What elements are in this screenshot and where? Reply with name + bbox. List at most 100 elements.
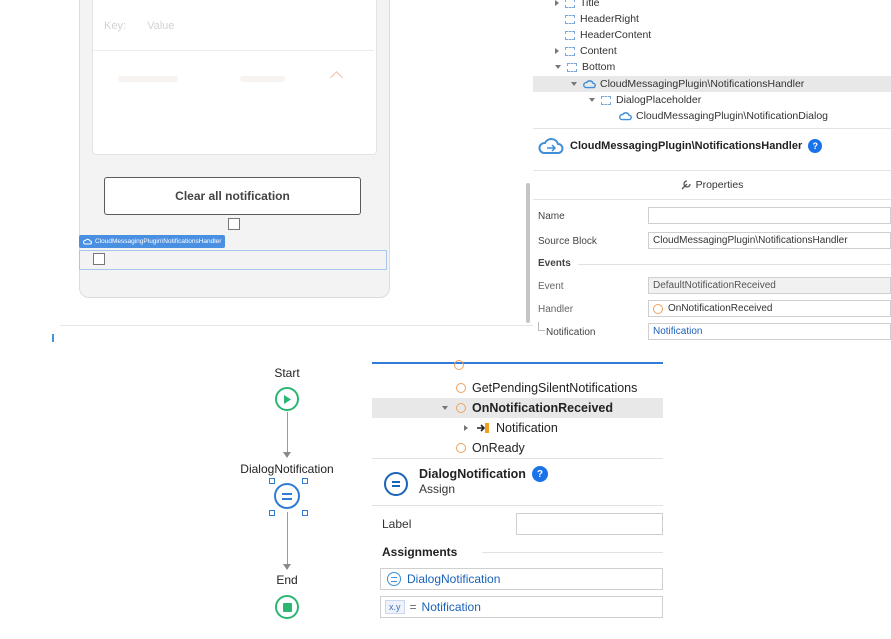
- handler-value: OnNotificationReceived: [668, 303, 773, 314]
- container-icon: [567, 62, 577, 72]
- assign-label: DialogNotification: [240, 462, 334, 476]
- key-label: Key:: [104, 20, 127, 32]
- expand-icon[interactable]: [464, 425, 468, 431]
- action-icon: [454, 360, 464, 370]
- name-field[interactable]: [648, 207, 891, 224]
- source-block-field[interactable]: CloudMessagingPlugin\NotificationsHandle…: [648, 232, 891, 249]
- tree-item-headercontent[interactable]: HeaderContent: [533, 27, 891, 43]
- help-icon[interactable]: ?: [808, 139, 823, 153]
- selection-handle[interactable]: [302, 510, 308, 516]
- equals-sign: =: [409, 600, 417, 614]
- wrench-icon: [681, 180, 691, 190]
- marker: [52, 334, 54, 342]
- assignment-variable: DialogNotification: [407, 572, 501, 586]
- tree-item-get-pending-silent-notifications[interactable]: GetPendingSilentNotifications: [372, 378, 663, 398]
- placeholder-tag-label: CloudMessagingPlugin\NotificationsHandle…: [95, 238, 222, 245]
- cloud-icon: [538, 138, 564, 154]
- tree-item-title[interactable]: Title: [533, 0, 891, 11]
- label-field[interactable]: [516, 513, 663, 535]
- action-icon: [653, 303, 663, 314]
- tree-item-label: OnNotificationReceived: [472, 401, 613, 415]
- assign-title: DialogNotification: [419, 467, 526, 481]
- equals-icon: [392, 481, 400, 487]
- selection-handle[interactable]: [302, 478, 308, 484]
- end-node[interactable]: [275, 595, 299, 619]
- placeholder-block-tag[interactable]: CloudMessagingPlugin\NotificationsHandle…: [79, 235, 226, 248]
- tree-item-label: HeaderRight: [580, 13, 639, 25]
- tab-properties[interactable]: Properties: [533, 170, 891, 200]
- properties-title: CloudMessagingPlugin\NotificationsHandle…: [570, 140, 803, 152]
- scrollbar[interactable]: [526, 183, 530, 323]
- faint-text-placeholder: [118, 76, 178, 82]
- container-icon: [601, 95, 611, 105]
- label-label: Label: [382, 517, 412, 531]
- expand-icon[interactable]: [555, 48, 559, 54]
- divider: [372, 458, 663, 459]
- collapse-icon[interactable]: [571, 82, 577, 86]
- notification-param-field[interactable]: Notification: [648, 323, 891, 340]
- arrow-down-icon: [283, 564, 291, 570]
- card-divider: [93, 50, 374, 51]
- play-icon: [284, 394, 291, 404]
- tree-item-label: Bottom: [582, 61, 616, 73]
- container-icon: [565, 30, 575, 40]
- expand-icon[interactable]: [555, 0, 559, 6]
- tree-item-headerright[interactable]: HeaderRight: [533, 11, 891, 27]
- block-handle[interactable]: [93, 253, 105, 265]
- divider: [482, 552, 663, 553]
- input-parameter-icon: [477, 423, 489, 433]
- collapse-icon[interactable]: [555, 65, 561, 69]
- start-node[interactable]: [275, 387, 299, 411]
- assign-subtitle: Assign: [419, 482, 456, 496]
- variable-icon: [387, 572, 401, 586]
- collapse-icon[interactable]: [442, 406, 448, 410]
- end-label: End: [276, 573, 298, 587]
- tree-item-label: Title: [580, 0, 600, 9]
- container-icon: [565, 0, 575, 8]
- container-handle[interactable]: [228, 218, 240, 230]
- flow-connector: [287, 412, 288, 452]
- cloud-icon: [83, 238, 92, 245]
- action-icon: [456, 383, 466, 393]
- properties-header: CloudMessagingPlugin\NotificationsHandle…: [538, 137, 823, 155]
- tree-item-notification-dialog[interactable]: CloudMessagingPlugin\NotificationDialog: [533, 108, 891, 124]
- event-field: DefaultNotificationReceived: [648, 277, 891, 294]
- tree-item-notification[interactable]: Notification: [372, 418, 663, 438]
- name-label: Name: [538, 211, 565, 222]
- tree-item-on-ready[interactable]: OnReady: [372, 438, 663, 458]
- value-label: Value: [147, 20, 175, 32]
- handler-field[interactable]: OnNotificationReceived: [648, 300, 891, 317]
- tree-item-label: Content: [580, 45, 617, 57]
- collapse-icon[interactable]: [589, 98, 595, 102]
- tree-item-dialogplaceholder[interactable]: DialogPlaceholder: [533, 92, 891, 108]
- tree-item-notifications-handler[interactable]: CloudMessagingPlugin\NotificationsHandle…: [533, 76, 891, 92]
- help-icon[interactable]: ?: [531, 466, 548, 482]
- tree-item-content[interactable]: Content: [533, 43, 891, 59]
- source-block-label: Source Block: [538, 236, 597, 247]
- event-label: Event: [538, 281, 564, 292]
- action-icon: [456, 403, 466, 413]
- handler-label: Handler: [538, 304, 574, 315]
- selection-handle[interactable]: [269, 478, 275, 484]
- notification-param-label: Notification: [546, 327, 596, 338]
- tree-item-on-notification-received[interactable]: OnNotificationReceived: [372, 398, 663, 418]
- assignment-variable-field[interactable]: DialogNotification: [380, 568, 663, 590]
- assign-node[interactable]: [274, 483, 300, 509]
- equals-icon: [391, 576, 397, 582]
- expression-tag: x.y: [385, 600, 405, 614]
- container-icon: [565, 14, 575, 24]
- faint-text-placeholder: [240, 76, 285, 82]
- tree-item-label: HeaderContent: [580, 29, 652, 41]
- tree-item-label: Notification: [496, 421, 558, 435]
- selection-handle[interactable]: [269, 510, 275, 516]
- assignment-value-field[interactable]: x.y = Notification: [380, 596, 663, 618]
- tree-item-label: CloudMessagingPlugin\NotificationDialog: [636, 110, 829, 122]
- arrow-down-icon: [283, 452, 291, 458]
- assign-title-row: DialogNotification ?: [419, 466, 548, 482]
- notifications-handler-block[interactable]: [79, 250, 387, 270]
- tree-item-bottom[interactable]: Bottom: [533, 59, 891, 75]
- tree-item-truncated[interactable]: [372, 358, 663, 372]
- cloud-icon: [583, 80, 596, 89]
- clear-all-notification-button[interactable]: Clear all notification: [104, 177, 361, 215]
- key-value-row: Key: Value: [104, 20, 192, 32]
